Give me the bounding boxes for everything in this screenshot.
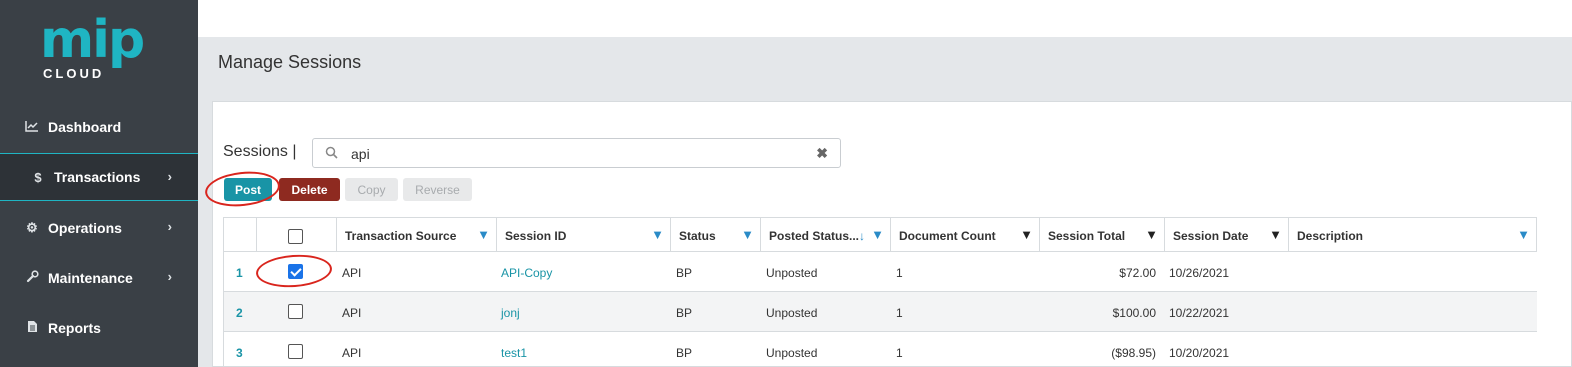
cell-posted-status: Unposted <box>766 306 818 320</box>
row-number: 1 <box>236 266 243 280</box>
select-all-checkbox[interactable] <box>288 229 303 244</box>
filter-icon[interactable]: ▼ <box>1517 227 1530 242</box>
header-rownum <box>224 218 257 252</box>
header-session-id[interactable]: Session ID ▼ <box>497 218 671 252</box>
sidebar-item-reports[interactable]: Reports <box>0 304 198 352</box>
header-transaction-source[interactable]: Transaction Source ▼ <box>337 218 497 252</box>
search-input[interactable]: api ✖ <box>312 138 841 168</box>
column-label-text: Posted Status... <box>769 229 860 243</box>
cell-session-date: 10/26/2021 <box>1169 266 1230 280</box>
cell-session-date: 10/20/2021 <box>1169 346 1230 360</box>
reverse-button[interactable]: Reverse <box>403 178 472 201</box>
session-id-link[interactable]: test1 <box>501 346 527 360</box>
wrench-icon <box>24 270 40 286</box>
chart-line-icon <box>24 120 40 135</box>
header-status[interactable]: Status ▼ <box>671 218 761 252</box>
filter-icon[interactable]: ▼ <box>1269 227 1282 242</box>
dollar-icon: $ <box>34 169 42 185</box>
search-value: api <box>351 146 370 162</box>
sort-desc-icon: ↓ <box>859 229 866 243</box>
cell-transaction-source: API <box>342 266 362 280</box>
sessions-grid: Transaction Source ▼ Session ID ▼ Status… <box>223 217 1537 367</box>
sidebar-item-operations[interactable]: ⚙ Operations › <box>0 204 198 252</box>
copy-button[interactable]: Copy <box>345 178 398 201</box>
sidebar-item-label: Maintenance <box>48 270 133 286</box>
grid-header-row: Transaction Source ▼ Session ID ▼ Status… <box>224 217 1537 252</box>
column-label: Document Count <box>899 229 996 243</box>
logo-registered-mark: ® <box>136 38 142 47</box>
cell-posted-status: Unposted <box>766 266 818 280</box>
sessions-label: Sessions | <box>223 143 297 160</box>
cell-transaction-source: API <box>342 306 362 320</box>
column-label: Posted Status...↓ <box>769 229 865 243</box>
filter-icon[interactable]: ▼ <box>871 227 884 242</box>
logo-mip-text: mip <box>40 10 145 70</box>
search-icon <box>325 146 338 162</box>
gears-icon: ⚙ <box>26 220 38 235</box>
cell-session-total: $72.00 <box>1119 266 1156 280</box>
row-checkbox[interactable] <box>288 304 303 319</box>
chevron-right-icon: › <box>167 269 172 284</box>
session-id-link[interactable]: API-Copy <box>501 266 552 280</box>
column-label: Session Date <box>1173 229 1249 243</box>
cell-status: BP <box>676 306 693 320</box>
row-number: 3 <box>236 346 243 360</box>
top-bar <box>198 0 1572 37</box>
clear-search-icon[interactable]: ✖ <box>816 145 828 162</box>
filter-icon[interactable]: ▼ <box>741 227 754 242</box>
filter-icon[interactable]: ▼ <box>651 227 664 242</box>
cell-transaction-source: API <box>342 346 362 360</box>
row-checkbox[interactable] <box>288 344 303 359</box>
header-posted-status[interactable]: Posted Status...↓ ▼ <box>761 218 891 252</box>
sidebar-item-label: Transactions <box>54 169 141 185</box>
table-row[interactable]: 3 API test1 BP Unposted 1 ($98.95) 10/20… <box>224 332 1537 367</box>
column-label: Session Total <box>1048 229 1126 243</box>
cell-session-total: $100.00 <box>1112 306 1156 320</box>
sidebar-item-transactions[interactable]: $ Transactions › <box>0 153 198 201</box>
header-session-date[interactable]: Session Date ▼ <box>1165 218 1289 252</box>
header-document-count[interactable]: Document Count ▼ <box>891 218 1040 252</box>
chevron-right-icon: › <box>167 219 172 234</box>
filter-icon[interactable]: ▼ <box>477 227 490 242</box>
page-title: Manage Sessions <box>218 52 362 72</box>
cell-status: BP <box>676 346 693 360</box>
cell-document-count: 1 <box>896 346 903 360</box>
session-id-link[interactable]: jonj <box>501 306 520 320</box>
header-description[interactable]: Description ▼ <box>1289 218 1537 252</box>
filter-icon[interactable]: ▼ <box>1145 227 1158 242</box>
column-label: Session ID <box>505 229 567 243</box>
delete-button[interactable]: Delete <box>279 178 340 201</box>
cell-document-count: 1 <box>896 266 903 280</box>
page-header: Manage Sessions <box>198 37 1572 87</box>
mip-cloud-logo[interactable]: mip ® CLOUD <box>40 10 150 86</box>
column-label: Status <box>679 229 716 243</box>
table-row[interactable]: 1 API API-Copy BP Unposted 1 $72.00 10/2… <box>224 252 1537 292</box>
header-select-all <box>257 218 337 252</box>
app-window: mip ® CLOUD Dashboard $ Transactions › ⚙… <box>0 0 1572 367</box>
cell-session-date: 10/22/2021 <box>1169 306 1230 320</box>
sidebar-item-label: Dashboard <box>48 119 122 135</box>
header-session-total[interactable]: Session Total ▼ <box>1040 218 1165 252</box>
sidebar-item-label: Reports <box>48 320 101 336</box>
chevron-right-icon: › <box>167 169 172 184</box>
sidebar-item-dashboard[interactable]: Dashboard <box>0 103 198 151</box>
table-row[interactable]: 2 API jonj BP Unposted 1 $100.00 10/22/2… <box>224 292 1537 332</box>
logo-cloud-text: CLOUD <box>43 66 105 81</box>
cell-session-total: ($98.95) <box>1111 346 1156 360</box>
cell-posted-status: Unposted <box>766 346 818 360</box>
column-label: Transaction Source <box>345 229 457 243</box>
sidebar-item-label: Operations <box>48 220 122 236</box>
sidebar-item-maintenance[interactable]: Maintenance › <box>0 254 198 302</box>
row-number: 2 <box>236 306 243 320</box>
cell-status: BP <box>676 266 693 280</box>
sidebar: mip ® CLOUD Dashboard $ Transactions › ⚙… <box>0 0 198 367</box>
document-icon <box>24 320 40 336</box>
cell-document-count: 1 <box>896 306 903 320</box>
column-label: Description <box>1297 229 1364 243</box>
filter-icon[interactable]: ▼ <box>1020 227 1033 242</box>
